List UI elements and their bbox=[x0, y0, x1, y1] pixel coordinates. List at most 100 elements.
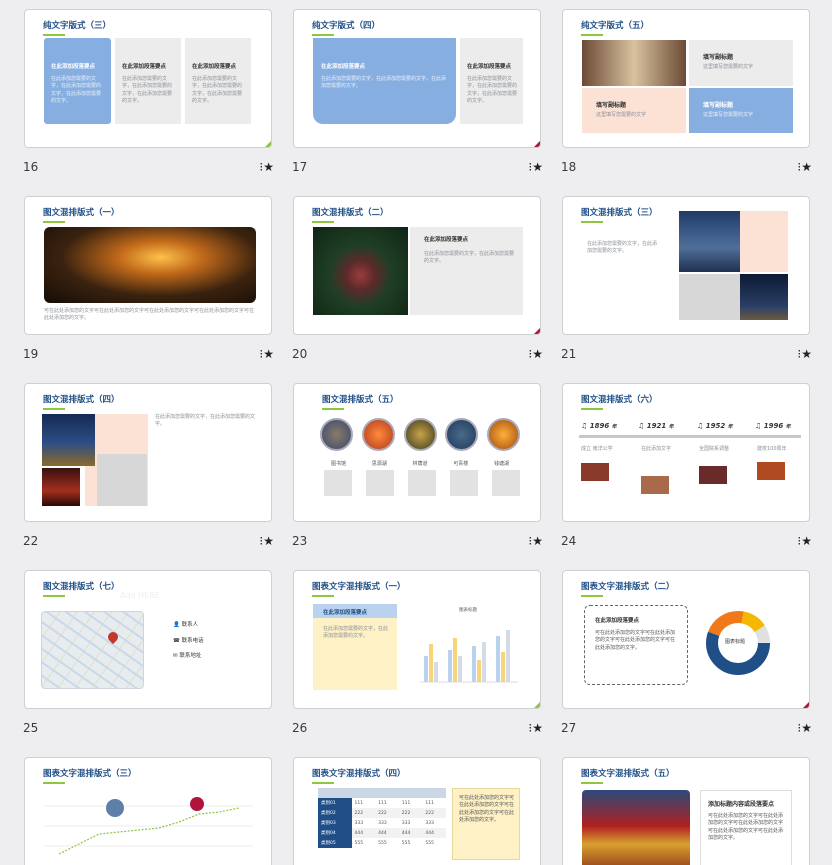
slide-preview[interactable]: 图文混排版式（四） 在此添加您需要的文字，在此添加您需要的文字。 bbox=[24, 383, 272, 522]
timeline-year: ♫ 1952 年 bbox=[697, 422, 733, 430]
star-icon[interactable]: ⁝★ bbox=[528, 534, 543, 548]
subtitle-card: 填写副标题 这里填写您需要的文字 bbox=[689, 40, 793, 86]
table-cell: 111 bbox=[378, 800, 387, 806]
text-card: 在此添加您需要的文字，在此添加您需要的文字。 bbox=[313, 618, 397, 690]
slide-preview[interactable]: 图文混排版式（六） ♫ 1896 年 ♫ 1921 年 ♫ 1952 年 ♫ 1… bbox=[562, 383, 810, 522]
year-value: 1996 bbox=[763, 422, 784, 430]
slide-preview[interactable]: 图表文字混排版式（一） 在此添加段落要点 在此添加您需要的文字，在此添加您需要的… bbox=[293, 570, 541, 709]
circle-photo bbox=[361, 418, 395, 451]
slide-number: 18 bbox=[561, 160, 577, 174]
hallway-photo bbox=[582, 40, 686, 86]
card-heading: 在此添加段落要点 bbox=[321, 64, 366, 70]
bar-chart bbox=[420, 630, 518, 683]
slide-number: 20 bbox=[292, 347, 308, 361]
slide-thumb-20[interactable]: 图文混排版式（二） 在此添加段落要点 在此添加您需要的文字，在此添加您需要的文字… bbox=[292, 196, 543, 361]
slide-thumb-22[interactable]: 图文混排版式（四） 在此添加您需要的文字，在此添加您需要的文字。 22 ⁝★ bbox=[23, 383, 274, 548]
timeline-bar bbox=[579, 435, 801, 438]
subtitle-card: 填写副标题 这里填写您需要的文字 bbox=[582, 88, 686, 133]
star-icon[interactable]: ⁝★ bbox=[528, 347, 543, 361]
star-icon[interactable]: ⁝★ bbox=[259, 534, 274, 548]
card-heading: 在此添加段落要点 bbox=[595, 618, 640, 624]
slide-preview[interactable]: 图文混排版式（三） 在此添加您需要的文字，在此添加您需要的文字。 bbox=[562, 196, 810, 335]
year-suffix: 年 bbox=[785, 424, 791, 430]
slide-thumb-27[interactable]: 图表文字混排版式（二） 在此添加段落要点 可在此处添加您的文字可在此处添加您的文… bbox=[561, 570, 812, 735]
card-heading: 在此添加段落要点 bbox=[51, 64, 96, 70]
slide-preview[interactable]: 图表文字混排版式（五） 添加标题内容或段落要点 可在此处添加您的文字可在此处添加… bbox=[562, 757, 810, 865]
photo-label: 林荫道 bbox=[412, 461, 428, 467]
slide-preview[interactable]: 纯文字版式（三） 在此添加段落要点 在此添加您需要的文字，在此添加您需要的文字，… bbox=[24, 9, 272, 148]
photo-label: 钱塘湖 bbox=[493, 461, 509, 467]
slide-thumb-18[interactable]: 纯文字版式（五） 填写副标题 这里填写您需要的文字 填写副标题 这里填写您需要的… bbox=[561, 9, 812, 174]
gate-photo bbox=[582, 790, 690, 865]
slide-preview[interactable]: 纯文字版式（五） 填写副标题 这里填写您需要的文字 填写副标题 这里填写您需要的… bbox=[562, 9, 810, 148]
watermark-text: Add HERE bbox=[120, 591, 160, 600]
star-icon[interactable]: ⁝★ bbox=[528, 160, 543, 174]
star-icon[interactable]: ⁝★ bbox=[259, 347, 274, 361]
slide-preview[interactable]: 图表文字混排版式（二） 在此添加段落要点 可在此处添加您的文字可在此处添加您的文… bbox=[562, 570, 810, 709]
circle-photo bbox=[403, 418, 437, 451]
card-body: 可在此处添加您的文字可在此处添加您的文字可在此处添加您的文字可在此处添加您的文字… bbox=[459, 795, 515, 823]
slide-preview[interactable]: 图表文字混排版式（三） bbox=[24, 757, 272, 865]
slide-thumb-24[interactable]: 图文混排版式（六） ♫ 1896 年 ♫ 1921 年 ♫ 1952 年 ♫ 1… bbox=[561, 383, 812, 548]
slide-preview[interactable]: 图文混排版式（二） 在此添加段落要点 在此添加您需要的文字，在此添加您需要的文字… bbox=[293, 196, 541, 335]
slide-thumb-30[interactable]: 图表文字混排版式（五） 添加标题内容或段落要点 可在此处添加您的文字可在此处添加… bbox=[562, 757, 812, 865]
card-body: 在此添加您需要的文字，在此添加您需要的文字，在此添加您需要的文字。 bbox=[51, 76, 102, 104]
text-card: 在此添加段落要点 在此添加您需要的文字，在此添加您需要的文字。 bbox=[410, 227, 523, 315]
star-icon[interactable]: ⁝★ bbox=[797, 534, 812, 548]
table-cell: 555 bbox=[401, 840, 411, 846]
table-cell: 111 bbox=[401, 800, 411, 806]
star-icon[interactable]: ⁝★ bbox=[797, 347, 812, 361]
card-heading: 填写副标题 bbox=[596, 102, 627, 109]
circle-photo bbox=[320, 418, 353, 451]
table-cell: 444 bbox=[401, 830, 411, 836]
slide-thumb-17[interactable]: 纯文字版式（四） 在此添加段落要点 在此添加您需要的文字，在此添加您需要的文字，… bbox=[292, 9, 543, 174]
slide-thumb-21[interactable]: 图文混排版式（三） 在此添加您需要的文字，在此添加您需要的文字。 21 ⁝★ bbox=[561, 196, 812, 361]
table-cell: 333 bbox=[401, 820, 411, 826]
card-body: 在此添加您需要的文字，在此添加您需要的文字。 bbox=[323, 626, 389, 640]
timeline-year: ♫ 1896 年 bbox=[581, 422, 617, 430]
star-icon[interactable]: ⁝★ bbox=[528, 721, 543, 735]
line-chart bbox=[45, 797, 253, 855]
timeline-note: 在此添加文字 bbox=[641, 446, 672, 452]
slide-title: 纯文字版式（三） bbox=[43, 21, 112, 36]
year-value: 1921 bbox=[646, 422, 667, 430]
accent-block bbox=[97, 454, 147, 506]
slide-thumb-28[interactable]: 图表文字混排版式（三） bbox=[24, 757, 274, 865]
slide-thumb-16[interactable]: 纯文字版式（三） 在此添加段落要点 在此添加您需要的文字，在此添加您需要的文字，… bbox=[23, 9, 274, 174]
slide-preview[interactable]: 图文混排版式（七） Add HERE 👤 联系人 ☎ 联系电话 ✉ 联系地址 bbox=[24, 570, 272, 709]
star-icon[interactable]: ⁝★ bbox=[259, 160, 274, 174]
card-body: 可在此处添加您的文字可在此处添加您的文字可在此处添加您的文字可在此处添加您的文字… bbox=[595, 630, 676, 651]
slide-preview[interactable]: 纯文字版式（四） 在此添加段落要点 在此添加您需要的文字，在此添加您需要的文字，… bbox=[293, 9, 541, 148]
building-photo bbox=[313, 227, 408, 315]
slide-number: 23 bbox=[292, 534, 308, 548]
star-icon[interactable]: ⁝★ bbox=[797, 160, 812, 174]
table-cell: 555 bbox=[425, 840, 434, 846]
timeline-year: ♫ 1921 年 bbox=[638, 422, 674, 430]
body-text: 在此添加您需要的文字，在此添加您需要的文字。 bbox=[587, 241, 658, 255]
text-card: 在此添加段落要点 可在此处添加您的文字可在此处添加您的文字可在此处添加您的文字可… bbox=[584, 605, 688, 685]
photo-caption: 可在此处添加您的文字可在此处添加您的文字可在此处添加您的文字可在此处添加您的文字… bbox=[44, 308, 255, 322]
subtitle-card: 填写副标题 这里填写您需要的文字 bbox=[689, 88, 793, 133]
slide-title: 图表文字混排版式（三） bbox=[43, 769, 137, 784]
table-cell: 555 bbox=[378, 840, 387, 846]
map-image[interactable] bbox=[41, 611, 144, 689]
card-body: 在此添加您需要的文字，在此添加您需要的文字，在此添加您需要的文字。 bbox=[122, 76, 173, 104]
slide-preview[interactable]: 图文混排版式（一） 可在此处添加您的文字可在此处添加您的文字可在此处添加您的文字… bbox=[24, 196, 272, 335]
slide-thumb-29[interactable]: 图表文字混排版式（四） 类别01 111 111 111 111 类别02 222 222 2… bbox=[293, 757, 543, 865]
label-row: 图书馆 思源湖 林荫道 可青楼 钱塘湖 bbox=[320, 460, 520, 467]
text-card: 添加标题内容或段落要点 可在此处添加您的文字可在此处添加您的文字可在此处添加您的… bbox=[700, 790, 792, 865]
star-icon[interactable]: ⁝★ bbox=[797, 721, 812, 735]
slide-thumb-19[interactable]: 图文混排版式（一） 可在此处添加您的文字可在此处添加您的文字可在此处添加您的文字… bbox=[23, 196, 274, 361]
card-heading: 填写副标题 bbox=[703, 54, 734, 61]
slide-thumb-23[interactable]: 图文混排版式（五） 图书馆 思源湖 林荫道 可青楼 钱塘湖 23 ⁝★ bbox=[292, 383, 543, 548]
card-body: 可在此处添加您的文字可在此处添加您的文字可在此处添加您的文字可在此处添加您的文字… bbox=[708, 813, 784, 841]
slide-thumb-25[interactable]: 图文混排版式（七） Add HERE 👤 联系人 ☎ 联系电话 ✉ 联系地址 2… bbox=[23, 570, 274, 735]
timeline-photo bbox=[641, 476, 669, 494]
slide-title: 图表文字混排版式（二） bbox=[581, 582, 675, 597]
card-body: 在此添加您需要的文字，在此添加您需要的文字。 bbox=[424, 251, 515, 265]
contact-label: 联系人 bbox=[181, 622, 199, 628]
slide-preview[interactable]: 图表文字混排版式（四） 类别01 111 111 111 111 类别02 222 222 2… bbox=[293, 757, 541, 865]
slide-number: 25 bbox=[23, 721, 39, 735]
slide-preview[interactable]: 图文混排版式（五） 图书馆 思源湖 林荫道 可青楼 钱塘湖 bbox=[293, 383, 541, 522]
slide-thumb-26[interactable]: 图表文字混排版式（一） 在此添加段落要点 在此添加您需要的文字，在此添加您需要的… bbox=[292, 570, 543, 735]
